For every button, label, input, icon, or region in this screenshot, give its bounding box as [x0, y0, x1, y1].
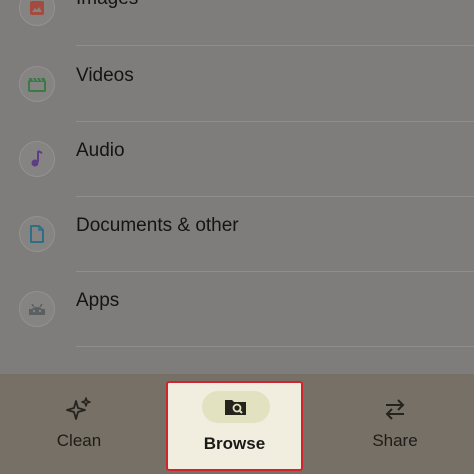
- category-list: Images Videos Audio Documents & other Ap…: [0, 0, 474, 374]
- divider: [76, 45, 474, 46]
- nav-browse-button[interactable]: Browse: [166, 381, 303, 471]
- video-clapper-icon: [19, 66, 55, 102]
- nav-share-label: Share: [372, 431, 418, 450]
- nav-clean-button[interactable]: Clean: [0, 374, 158, 474]
- folder-search-icon: [202, 391, 270, 423]
- list-item-videos[interactable]: Videos: [0, 47, 474, 122]
- list-item-apps[interactable]: Apps: [0, 272, 474, 347]
- list-item-label: Apps: [76, 290, 120, 311]
- document-icon: [19, 216, 55, 252]
- list-item-label: Documents & other: [76, 215, 239, 236]
- divider: [76, 346, 474, 347]
- bottom-navigation: Clean Browse Share: [0, 374, 474, 474]
- list-item-audio[interactable]: Audio: [0, 122, 474, 197]
- nav-clean-label: Clean: [56, 431, 102, 450]
- android-icon: [19, 291, 55, 327]
- swap-arrows-icon: [380, 394, 410, 424]
- sparkles-icon: [64, 394, 94, 424]
- list-item-documents[interactable]: Documents & other: [0, 197, 474, 272]
- nav-share-button[interactable]: Share: [316, 374, 474, 474]
- list-item-label: Videos: [76, 65, 134, 86]
- list-item-label: Audio: [76, 140, 125, 161]
- music-note-icon: [19, 141, 55, 177]
- nav-browse-label: Browse: [203, 434, 266, 453]
